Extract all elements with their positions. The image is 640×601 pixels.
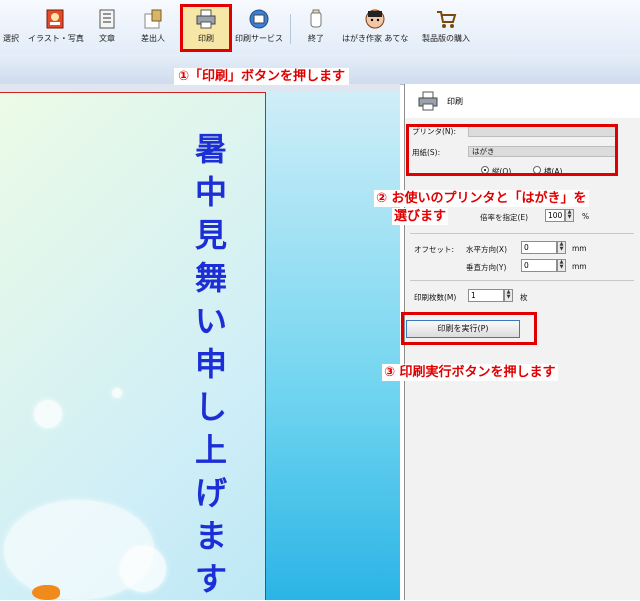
v-offset-label: 垂直方向(Y) xyxy=(466,263,507,272)
scale-stepper[interactable]: ▲ ▼ xyxy=(565,209,574,222)
step2-note-line2: 選びます xyxy=(392,208,449,225)
greeting-char: 舞 xyxy=(194,259,227,297)
greeting-char: す xyxy=(194,560,227,598)
greeting-char: 上 xyxy=(194,431,227,469)
panel-title: 印刷 xyxy=(447,97,463,106)
illustration-photo-icon xyxy=(46,9,64,29)
print-label: 印刷 xyxy=(198,34,214,43)
exit-label: 終了 xyxy=(308,34,324,43)
sender-button[interactable]: 差出人 xyxy=(138,8,168,52)
select-button[interactable]: 選択 xyxy=(0,8,22,52)
sender-icon xyxy=(144,9,162,29)
address-app-button[interactable]: はがき作家 あてな xyxy=(342,8,408,52)
text-label: 文章 xyxy=(99,34,115,43)
h-offset-stepper[interactable]: ▲ ▼ xyxy=(557,241,566,254)
step3-note: ③ 印刷実行ボタンを押します xyxy=(382,364,558,381)
buy-product-button[interactable]: 製品版の購入 xyxy=(418,8,474,52)
copies-input[interactable]: 1 xyxy=(468,289,504,302)
greeting-text: 暑 中 見 舞 い 申 し 上 げ ま す xyxy=(188,128,234,601)
scale-input[interactable]: 100 xyxy=(545,209,565,222)
v-offset-stepper[interactable]: ▲ ▼ xyxy=(557,259,566,272)
select-label: 選択 xyxy=(3,34,19,43)
illustration-photo-button[interactable]: イラスト・写真 xyxy=(28,8,84,52)
print-button[interactable]: 印刷 xyxy=(186,8,226,52)
execute-highlight xyxy=(401,312,537,345)
scale-unit: % xyxy=(582,212,590,221)
print-service-button[interactable]: 印刷サービス xyxy=(234,8,284,52)
copies-label: 印刷枚数(M) xyxy=(414,293,457,302)
address-app-label: はがき作家 あてな xyxy=(342,34,409,43)
exit-button[interactable]: 終了 xyxy=(304,8,328,52)
print-service-label: 印刷サービス xyxy=(235,34,283,43)
step2-note-line1: ② お使いのプリンタと「はがき」を xyxy=(374,190,589,207)
panel-header: 印刷 xyxy=(405,84,640,118)
canvas-background xyxy=(266,92,400,600)
offset-label: オフセット: xyxy=(414,245,455,254)
greeting-char: 中 xyxy=(194,173,227,211)
printer-paper-highlight xyxy=(406,124,618,176)
print-service-icon xyxy=(249,9,269,29)
greeting-char: 見 xyxy=(194,216,227,254)
h-offset-input[interactable]: 0 xyxy=(521,241,557,254)
v-offset-input[interactable]: 0 xyxy=(521,259,557,272)
divider xyxy=(410,233,634,234)
scale-label: 倍率を指定(E) xyxy=(480,213,529,222)
greeting-char: し xyxy=(194,388,227,426)
illustration-photo-label: イラスト・写真 xyxy=(28,34,84,43)
bubble-decoration xyxy=(34,400,62,428)
exit-icon xyxy=(310,9,322,28)
copies-unit: 枚 xyxy=(520,293,528,302)
copies-stepper[interactable]: ▲ ▼ xyxy=(504,289,513,302)
address-app-icon xyxy=(365,9,385,29)
greeting-char: ま xyxy=(194,517,227,555)
toolbar-separator xyxy=(290,14,291,44)
text-button[interactable]: 文章 xyxy=(92,8,122,52)
goldfish-illustration xyxy=(32,585,60,600)
h-offset-unit: mm xyxy=(572,244,587,253)
step1-note: ①「印刷」ボタンを押します xyxy=(174,68,350,85)
buy-product-label: 製品版の購入 xyxy=(422,34,470,43)
divider xyxy=(410,280,634,281)
text-icon xyxy=(99,9,115,29)
shopping-cart-icon xyxy=(437,11,457,28)
v-offset-unit: mm xyxy=(572,262,587,271)
greeting-char: 申 xyxy=(194,345,227,383)
bubble-decoration xyxy=(120,546,166,592)
toolbar: 選択 イラスト・写真 文章 差出人 印刷 印刷サービス 終了 はがき作家 あてな… xyxy=(0,0,640,55)
printer-icon xyxy=(418,91,438,111)
greeting-char: い xyxy=(194,302,227,340)
bubble-decoration xyxy=(112,388,122,398)
sender-label: 差出人 xyxy=(141,34,165,43)
h-offset-label: 水平方向(X) xyxy=(466,245,507,254)
greeting-char: げ xyxy=(194,474,227,512)
printer-icon xyxy=(196,9,216,29)
greeting-char: 暑 xyxy=(194,130,227,168)
